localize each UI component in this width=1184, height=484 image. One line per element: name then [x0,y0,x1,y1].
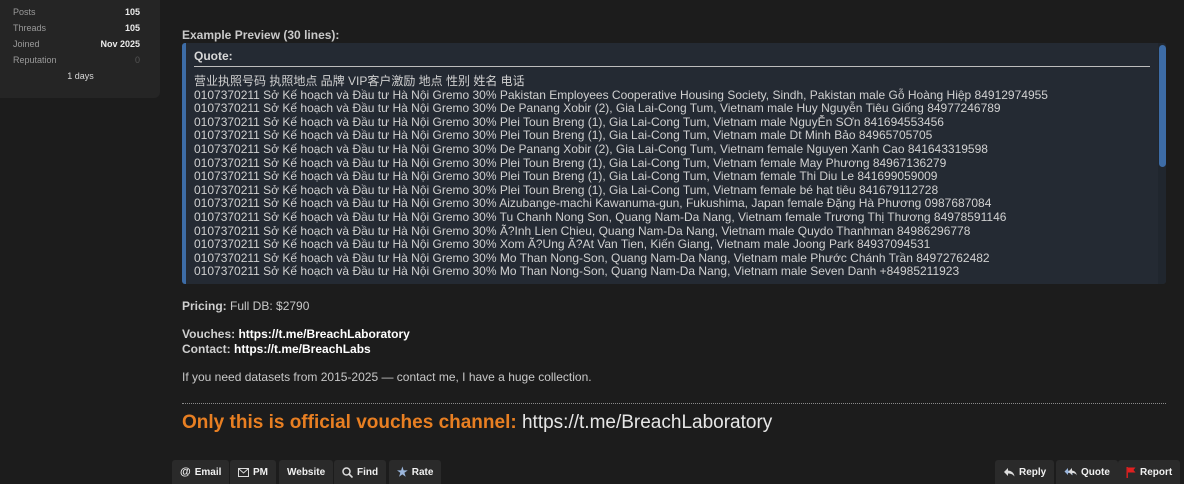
rate-label: Rate [411,466,434,478]
stat-days: 1 days [67,71,94,81]
pricing-value: Full DB: $2790 [230,299,310,313]
reply-icon [1003,467,1015,477]
quote-line: 0107370211 Sở Kế hoạch và Đầu tư Hà Nội … [194,250,990,265]
quote-line: 0107370211 Sở Kế hoạch và Đầu tư Hà Nội … [194,209,1007,224]
pricing-line: Pricing: Full DB: $2790 [182,299,309,313]
preview-title: Example Preview (30 lines): [182,28,340,42]
quote-line: 0107370211 Sở Kế hoạch và Đầu tư Hà Nội … [194,141,988,156]
quote-lines: 营业执照号码 执照地点 品牌 VIP客户激励 地点 性别 姓名 电话 010737… [186,74,1166,279]
quote-line: 0107370211 Sở Kế hoạch và Đầu tư Hà Nội … [194,155,947,170]
vouches-label: Vouches: [182,327,236,341]
email-label: Email [194,466,222,478]
quote-line: 0107370211 Sở Kế hoạch và Đầu tư Hà Nội … [194,196,992,211]
search-icon [342,466,353,478]
stat-label: Reputation [13,55,57,65]
quote-line: 0107370211 Sở Kế hoạch và Đầu tư Hà Nội … [194,182,939,197]
quote-line: 0107370211 Sở Kế hoạch và Đầu tư Hà Nội … [194,169,938,184]
website-label: Website [287,466,326,478]
stat-value: Nov 2025 [100,39,140,49]
stat-label: Threads [13,23,47,33]
quote-line: 营业执照号码 执照地点 品牌 VIP客户激励 地点 性别 姓名 电话 [194,74,525,88]
rate-button[interactable]: ★ Rate [389,460,442,484]
divider [182,403,1166,404]
vouches-line: Vouches: https://t.me/BreachLaboratory [182,327,410,341]
stat-label: Posts [13,7,36,17]
official-prefix: Only this is official vouches channel: [182,412,517,433]
quote-label: Quote: [194,49,1150,67]
stat-reputation: Reputation 0 [13,52,140,68]
stat-posts: Posts 105 [13,4,140,20]
stat-joined: Joined Nov 2025 [13,36,140,52]
reply-button[interactable]: Reply [995,460,1055,484]
quote-icon [1064,467,1077,477]
quote-line: 0107370211 Sở Kế hoạch và Đầu tư Hà Nội … [194,128,933,143]
email-button[interactable]: @ Email [172,460,230,484]
quote-scrollbar[interactable] [1158,43,1166,284]
star-icon: ★ [397,465,408,479]
contact-label: Contact: [182,342,231,356]
pricing-label: Pricing: [182,299,227,313]
find-label: Find [357,466,379,478]
contact-line: Contact: https://t.me/BreachLabs [182,342,371,356]
pm-button[interactable]: PM [230,460,276,484]
quote-line: 0107370211 Sở Kế hoạch và Đầu tư Hà Nội … [194,264,960,279]
stat-threads: Threads 105 [13,20,140,36]
website-button[interactable]: Website [279,460,334,484]
report-label: Report [1140,466,1173,478]
stat-value: 105 [124,23,140,33]
report-button[interactable]: Report [1118,460,1181,484]
find-button[interactable]: Find [334,460,387,484]
quote-line: 0107370211 Sở Kế hoạch và Đầu tư Hà Nội … [194,237,931,252]
stat-label: Joined [13,39,40,49]
user-stats-panel: Posts 105 Threads 105 Joined Nov 2025 Re… [0,0,160,98]
vouches-link[interactable]: https://t.me/BreachLaboratory [238,327,409,341]
stat-value: 105 [124,7,140,17]
scrollbar-thumb[interactable] [1159,45,1166,167]
note-text: If you need datasets from 2015-2025 — co… [182,370,592,384]
pm-label: PM [253,466,268,478]
envelope-icon [238,467,249,477]
flag-icon [1126,466,1136,478]
quote-label-btn: Quote [1081,466,1110,478]
reputation-link[interactable]: 0 [135,55,140,65]
official-url[interactable]: https://t.me/BreachLaboratory [522,412,772,433]
quote-line: 0107370211 Sở Kế hoạch và Đầu tư Hà Nội … [194,114,944,129]
contact-link[interactable]: https://t.me/BreachLabs [234,342,371,356]
quote-button[interactable]: Quote [1056,460,1118,484]
quote-line: 0107370211 Sở Kế hoạch và Đầu tư Hà Nội … [194,101,1001,116]
quote-box: Quote: 营业执照号码 执照地点 品牌 VIP客户激励 地点 性别 姓名 电… [182,43,1166,284]
quote-line: 0107370211 Sở Kế hoạch và Đầu tư Hà Nội … [194,223,971,238]
official-channel: Only this is official vouches channel: h… [182,412,772,434]
at-icon: @ [180,466,191,478]
reply-label: Reply [1019,466,1047,478]
